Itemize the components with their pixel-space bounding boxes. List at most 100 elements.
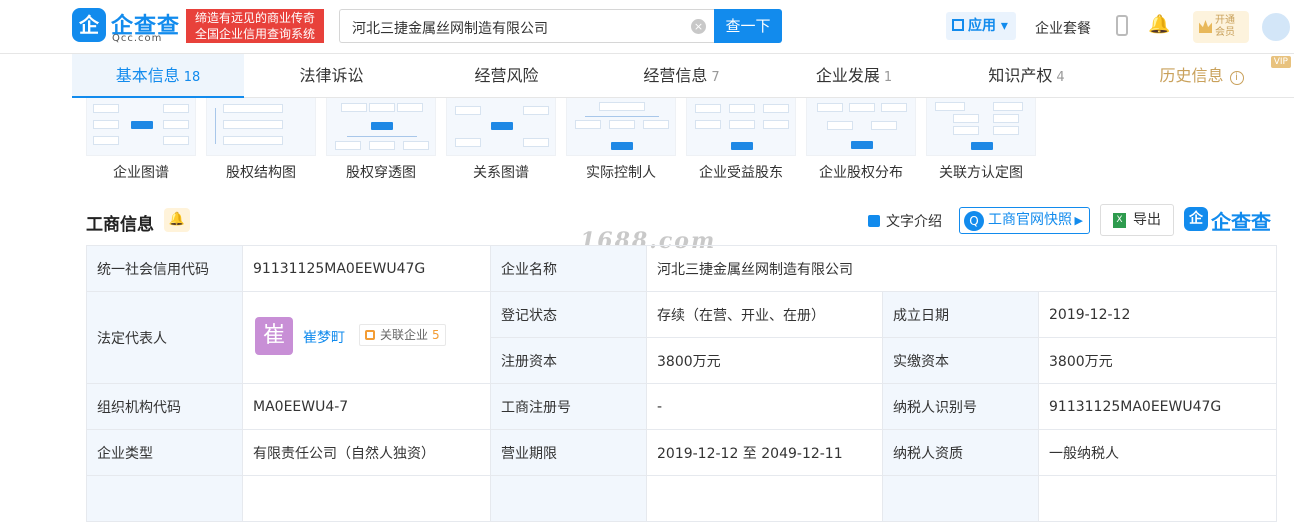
reg-capital-value: 3800万元 [646, 337, 883, 384]
excel-icon: X [1113, 213, 1126, 228]
thumb-label: 企业图谱 [113, 165, 169, 181]
actual-controller-image [566, 98, 676, 156]
apps-label: 应用 [968, 18, 996, 34]
tab-history[interactable]: 历史信息 i VIP [1114, 54, 1291, 98]
tab-label: 企业发展 [815, 66, 880, 85]
apps-menu-button[interactable]: 应用 ▾ [946, 12, 1016, 40]
legal-rep-cell: 崔 崔梦町 关联企业 5 [242, 291, 491, 384]
tax-id-value: 91131125MA0EEWU47G [1037, 383, 1278, 430]
clear-icon[interactable]: × [691, 19, 706, 34]
business-info-table: 统一社会信用代码 91131125MA0EEWU47G 企业名称 河北三捷金属丝… [86, 245, 1278, 522]
tab-development[interactable]: 企业发展 1 [769, 54, 939, 98]
thumb-actual-controller[interactable]: 实际控制人 [566, 98, 676, 186]
export-label: 导出 [1133, 212, 1161, 228]
monitor-bell-icon[interactable]: 🔔 [164, 208, 190, 232]
tab-basic-info[interactable]: 基本信息 18 [72, 54, 244, 98]
export-button[interactable]: X 导出 [1100, 204, 1174, 236]
text-intro-button[interactable]: 文字介绍 [868, 211, 942, 231]
status-value: 存续（在营、开业、在册） [646, 291, 883, 338]
mobile-icon[interactable] [1116, 15, 1128, 36]
graph-thumbnails: 企业图谱 股权结构图 股权穿透图 关系图谱 实际控制人 企业受益股东 企业股权分… [86, 98, 1046, 188]
tab-count: 7 [711, 70, 720, 85]
slogan-banner: 缔造有远见的商业传奇 全国企业信用查询系统 [186, 9, 324, 43]
equity-penetration-image [326, 98, 436, 156]
tax-id-label: 纳税人识别号 [882, 383, 1039, 430]
relation-graph-image [446, 98, 556, 156]
type-label: 企业类型 [86, 429, 243, 476]
notification-bell-icon[interactable]: 🔔 [1148, 14, 1170, 36]
legal-rep-avatar[interactable]: 崔 [255, 316, 293, 355]
vip-badge: VIP [1270, 56, 1291, 68]
thumb-label: 关系图谱 [473, 165, 529, 181]
snapshot-label: 工商官网快照 [988, 212, 1072, 228]
term-label: 营业期限 [490, 429, 647, 476]
logo-mark-icon: 企 [72, 8, 106, 42]
search-input[interactable]: 河北三捷金属丝网制造有限公司 × [339, 9, 714, 43]
table-row [86, 475, 1278, 522]
enterprise-graph-image [86, 98, 196, 156]
vip-line-2: 会员 [1215, 27, 1235, 38]
status-label: 登记状态 [490, 291, 647, 338]
thumb-beneficial-owner[interactable]: 企业受益股东 [686, 98, 796, 186]
search-input-value: 河北三捷金属丝网制造有限公司 [352, 21, 548, 37]
related-companies-button[interactable]: 关联企业 5 [359, 323, 446, 346]
tab-count: 4 [1056, 70, 1065, 85]
document-icon [868, 215, 880, 227]
beneficial-owner-image [686, 98, 796, 156]
legal-rep-name-link[interactable]: 崔梦町 [303, 327, 345, 347]
open-vip-button[interactable]: 开通 会员 [1193, 11, 1249, 43]
slogan-line-1: 缔造有远见的商业传奇 [194, 11, 315, 25]
thumb-label: 企业受益股东 [699, 165, 783, 181]
reg-no-label: 工商注册号 [490, 383, 647, 430]
table-row: 统一社会信用代码 91131125MA0EEWU47G 企业名称 河北三捷金属丝… [86, 245, 1278, 292]
thumb-enterprise-graph[interactable]: 企业图谱 [86, 98, 196, 186]
thumb-equity-distribution[interactable]: 企业股权分布 [806, 98, 916, 186]
logo-subtext: Qcc.com [112, 33, 163, 44]
arrow-right-icon: ▶ [1074, 214, 1083, 227]
related-label: 关联企业 [380, 327, 429, 342]
equity-structure-image [206, 98, 316, 156]
company-name-label: 企业名称 [490, 245, 647, 292]
tab-legal[interactable]: 法律诉讼 [244, 54, 419, 98]
reg-no-value: - [646, 383, 883, 430]
tab-count: 18 [183, 70, 201, 85]
tab-risk[interactable]: 经营风险 [419, 54, 594, 98]
tab-ip[interactable]: 知识产权 4 [939, 54, 1114, 98]
taxpayer-value: 一般纳税人 [1037, 429, 1278, 476]
tab-label: 知识产权 [988, 66, 1053, 85]
qcc-logo[interactable]: 企 企查查 Qcc.com [72, 8, 184, 44]
tab-operation[interactable]: 经营信息 7 [594, 54, 769, 98]
credit-code-value: 91131125MA0EEWU47G [242, 245, 491, 292]
reg-capital-label: 注册资本 [490, 337, 647, 384]
tab-label: 基本信息 [115, 66, 180, 85]
taxpayer-label: 纳税人资质 [882, 429, 1039, 476]
credit-code-label: 统一社会信用代码 [86, 245, 243, 292]
user-avatar[interactable] [1260, 11, 1292, 43]
top-header: 企 企查查 Qcc.com 缔造有远见的商业传奇 全国企业信用查询系统 河北三捷… [0, 0, 1294, 54]
slogan-line-2: 全国企业信用查询系统 [194, 27, 315, 41]
thumb-equity-structure[interactable]: 股权结构图 [206, 98, 316, 186]
legal-rep-label: 法定代表人 [86, 291, 243, 384]
paid-capital-value: 3800万元 [1037, 337, 1278, 384]
related-icon [365, 329, 375, 340]
tab-label: 经营信息 [643, 66, 708, 85]
related-party-image [926, 98, 1036, 156]
company-tabs: 基本信息 18 法律诉讼 经营风险 经营信息 7 企业发展 1 知识产权 4 历史信息 i… [72, 54, 1294, 98]
thumb-related-party[interactable]: 关联方认定图 [926, 98, 1036, 186]
table-row: 企业类型 有限责任公司（自然人独资） 营业期限 2019-12-12 至 204… [86, 429, 1278, 476]
term-value: 2019-12-12 至 2049-12-11 [646, 429, 883, 476]
thumb-label: 关联方认定图 [939, 165, 1023, 181]
tab-label: 经营风险 [474, 66, 539, 85]
text-intro-label: 文字介绍 [886, 214, 942, 230]
thumb-equity-penetration[interactable]: 股权穿透图 [326, 98, 436, 186]
search-button[interactable]: 查一下 [714, 9, 782, 43]
thumb-label: 股权结构图 [226, 165, 296, 181]
thumb-relation-graph[interactable]: 关系图谱 [446, 98, 556, 186]
enterprise-suite-link[interactable]: 企业套餐 [1035, 18, 1091, 38]
table-row: 组织机构代码 MA0EEWU4-7 工商注册号 - 纳税人识别号 9113112… [86, 383, 1278, 430]
paid-capital-label: 实缴资本 [882, 337, 1039, 384]
brand-mark-icon: 企 [1184, 207, 1208, 231]
tab-count: 1 [883, 70, 893, 85]
official-snapshot-button[interactable]: Q 工商官网快照 ▶ [959, 207, 1090, 234]
qcc-brand-logo: 企企查查 [1184, 207, 1276, 234]
